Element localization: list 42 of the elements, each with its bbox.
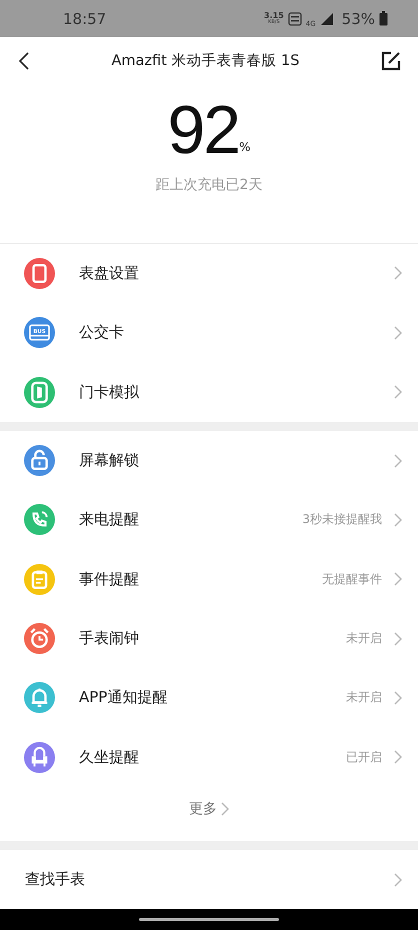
chevron-icon [392, 265, 402, 282]
alarm-clock-icon [24, 623, 55, 654]
chevron-icon [392, 324, 402, 341]
bell-icon [24, 682, 55, 714]
status-time: 18:57 [63, 10, 106, 28]
chevron-icon [392, 690, 402, 706]
volte-icon [288, 12, 302, 26]
chevron-icon [219, 800, 229, 817]
percent-sign: % [239, 140, 251, 154]
settings-item[interactable]: 手表闹钟 未开启 [0, 608, 418, 668]
door-card-icon [24, 376, 55, 408]
chevron-icon [392, 872, 402, 888]
back-icon [18, 50, 30, 71]
settings-item[interactable]: 门卡模拟 [0, 362, 418, 422]
chevron-icon [392, 749, 402, 766]
armchair-icon [24, 742, 55, 773]
more-button[interactable]: 更多 [0, 786, 418, 831]
watch-icon [24, 258, 55, 289]
phone-icon [24, 504, 55, 536]
chevron-icon [392, 630, 402, 647]
chevron-icon [392, 571, 402, 588]
charge-note: 距上次充电已2天 [156, 176, 262, 194]
settings-item[interactable]: 查找手表 [0, 850, 418, 910]
chevron-icon [392, 384, 402, 400]
page-title: Amazfit 米动手表青春版 1S [111, 52, 300, 70]
settings-item[interactable]: 来电提醒 3秒未接提醒我 [0, 490, 418, 550]
settings-item[interactable]: APP通知提醒 未开启 [0, 668, 418, 728]
edit-icon [380, 50, 401, 71]
home-indicator[interactable] [139, 918, 279, 922]
network-speed: 3.15 [264, 12, 284, 20]
signal-icon [320, 12, 334, 26]
clipboard-icon [24, 564, 55, 595]
padlock-icon [24, 445, 55, 476]
chevron-icon [392, 452, 402, 469]
settings-item[interactable]: 久坐提醒 已开启 [0, 728, 418, 787]
battery-icon [379, 11, 388, 26]
settings-item[interactable]: 屏幕解锁 [0, 431, 418, 490]
battery-level: 92 [167, 91, 240, 170]
chevron-icon [392, 512, 402, 528]
settings-item[interactable]: 事件提醒 无提醒事件 [0, 550, 418, 609]
battery-percent: 53% [342, 10, 375, 28]
settings-item[interactable]: 表盘设置 [0, 244, 418, 304]
